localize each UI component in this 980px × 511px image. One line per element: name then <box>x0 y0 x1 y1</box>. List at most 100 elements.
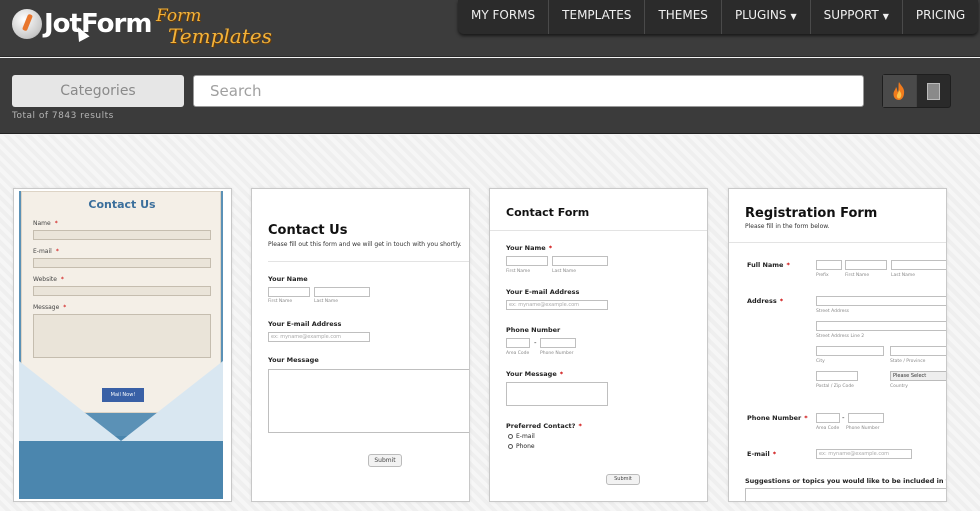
preview-field-website <box>33 286 211 296</box>
template-card-contact-us[interactable]: Contact Us Please fill out this form and… <box>251 188 470 502</box>
radio-icon <box>508 434 513 439</box>
hint-last: Last Name <box>891 273 916 278</box>
nav-pricing[interactable]: PRICING <box>903 0 978 34</box>
nav-support[interactable]: SUPPORT ▼ <box>811 0 903 34</box>
divider <box>729 242 946 243</box>
preview-subtitle: Please fill in the form below. <box>745 223 830 230</box>
hint-last: Last Name <box>552 269 577 274</box>
template-card-contact-form[interactable]: Contact Form Your Name * First Name Last … <box>489 188 708 502</box>
hint-street2: Street Address Line 2 <box>816 334 865 339</box>
preview-field-message <box>33 314 211 358</box>
template-card-contact-us-envelope[interactable]: Contact Us Name * E-mail * Website * Messag… <box>13 188 232 502</box>
preview-label-website: Website * <box>33 276 64 283</box>
preview-label-phone: Phone Number * <box>747 414 808 422</box>
hint-phone: Phone Number <box>846 426 880 431</box>
preview-label-name: Your Name <box>268 275 308 283</box>
search-input[interactable] <box>193 75 864 107</box>
nav-themes[interactable]: THEMES <box>645 0 722 34</box>
preview-field-email: ex: myname@example.com <box>506 300 608 310</box>
preview-label-email: E-mail * <box>33 248 59 255</box>
preview-field-message <box>506 382 608 406</box>
phone-dash: - <box>842 414 845 422</box>
preview-field-postal <box>816 371 858 381</box>
recent-toggle[interactable] <box>917 75 951 107</box>
nav-plugins[interactable]: PLUGINS ▼ <box>722 0 811 34</box>
envelope-bottom <box>19 436 223 499</box>
top-bar: JotForm Form Templates MY FORMS TEMPLATE… <box>0 0 980 57</box>
preview-select-country: Please Select <box>890 371 946 381</box>
hint-area: Area Code <box>506 351 530 356</box>
document-icon <box>923 82 940 102</box>
hint-street: Street Address <box>816 309 850 314</box>
preview-title: Contact Form <box>506 206 590 219</box>
preview-field-suggestions <box>745 488 946 501</box>
template-card-registration-form[interactable]: Registration Form Please fill in the for… <box>728 188 947 502</box>
preview-subtitle: Please fill out this form and we will ge… <box>268 241 462 248</box>
template-grid: Contact Us Name * E-mail * Website * Messag… <box>0 135 980 511</box>
brand-name: JotForm <box>44 9 152 39</box>
preview-title: Registration Form <box>745 206 878 221</box>
preview-field-city <box>816 346 884 356</box>
preview-submit-button: Submit <box>606 474 640 485</box>
hint-country: Country <box>890 384 908 389</box>
preview-field-area <box>816 413 840 423</box>
preview-label-message: Your Message * <box>506 370 564 378</box>
preview-label-email: Your E-mail Address <box>506 288 580 296</box>
preview-field-email <box>33 258 211 268</box>
hint-area: Area Code <box>816 426 840 431</box>
preview-field-phone <box>848 413 884 423</box>
preview-label-name: Name * <box>33 220 58 227</box>
preview-label-fullname: Full Name * <box>747 261 790 269</box>
hint-postal: Postal / Zip Code <box>816 384 854 389</box>
preview-label-phone: Phone Number <box>506 326 561 334</box>
hint-prefix: Prefix <box>816 273 829 278</box>
wordmark-line-1: Form <box>156 6 202 26</box>
preview-field-last <box>314 287 370 297</box>
hint-first: First Name <box>506 269 531 274</box>
radio-icon <box>508 444 513 449</box>
preview-radio-email: E-mail <box>508 433 535 440</box>
preview-label-suggestions: Suggestions or topics you would like to … <box>745 477 947 485</box>
preview-field-street <box>816 296 946 306</box>
preview-field-street2 <box>816 321 946 331</box>
envelope-letter: Contact Us Name * E-mail * Website * Messag… <box>21 191 221 413</box>
preview-label-email: E-mail * <box>747 450 777 458</box>
preview-label-address: Address * <box>747 297 784 305</box>
main-nav: MY FORMS TEMPLATES THEMES PLUGINS ▼ SUPPO… <box>458 0 979 34</box>
jotform-logo-icon <box>12 9 42 39</box>
preview-field-first <box>506 256 548 266</box>
hint-first: First Name <box>845 273 870 278</box>
nav-my-forms[interactable]: MY FORMS <box>458 0 550 34</box>
caret-down-icon: ▼ <box>882 12 889 21</box>
preview-label-name: Your Name * <box>506 244 553 252</box>
phone-dash: - <box>534 339 537 347</box>
categories-button[interactable]: Categories <box>12 75 184 107</box>
preview-field-email: ex: myname@example.com <box>816 449 912 459</box>
preview-submit-button: Submit <box>368 454 402 467</box>
preview-field-last <box>891 260 946 270</box>
form-templates-wordmark: Form Templates <box>156 6 272 46</box>
wordmark-line-2: Templates <box>168 24 272 48</box>
popular-toggle[interactable] <box>883 75 917 107</box>
hint-last: Last Name <box>314 299 339 304</box>
preview-field-phone <box>540 338 576 348</box>
preview-field-first <box>845 260 887 270</box>
view-toggle <box>882 74 951 108</box>
search-toolbar: Categories Total of 7843 results <box>0 58 980 134</box>
divider <box>490 230 707 231</box>
nav-templates[interactable]: TEMPLATES <box>549 0 646 34</box>
preview-radio-phone: Phone <box>508 443 535 450</box>
preview-title: Contact Us <box>88 198 156 211</box>
envelope-preview: Contact Us Name * E-mail * Website * Messag… <box>19 191 223 499</box>
preview-field-last <box>552 256 608 266</box>
hint-phone: Phone Number <box>540 351 574 356</box>
preview-field-area <box>506 338 530 348</box>
preview-label-message: Message * <box>33 304 67 311</box>
flame-icon <box>893 82 905 100</box>
preview-title: Contact Us <box>268 223 348 238</box>
preview-field-message <box>268 369 469 433</box>
divider <box>268 261 469 262</box>
preview-label-message: Your Message <box>268 356 319 364</box>
hint-first: First Name <box>268 299 293 304</box>
hint-city: City <box>816 359 825 364</box>
